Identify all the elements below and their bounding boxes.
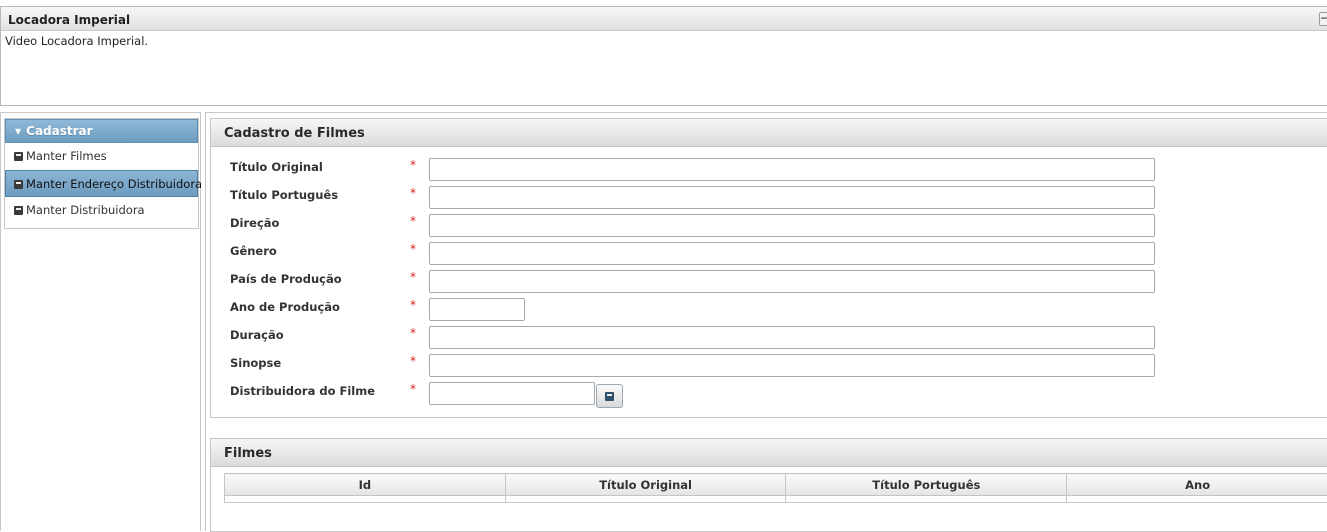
menu-panel: ▼ Cadastrar Manter Filmes Manter Endereço… <box>4 118 199 229</box>
direcao-input[interactable] <box>429 214 1155 237</box>
duracao-input[interactable] <box>429 326 1155 349</box>
genero-input[interactable] <box>429 242 1155 265</box>
required-marker: * <box>410 298 416 312</box>
table-cell <box>786 496 1067 503</box>
required-marker: * <box>410 326 416 340</box>
required-marker: * <box>410 158 416 172</box>
table-cell <box>1067 496 1327 503</box>
triangle-down-icon: ▼ <box>15 127 21 136</box>
form-icon <box>14 152 23 161</box>
table-cell <box>505 496 786 503</box>
field-row-genero: Gênero * <box>211 239 1327 267</box>
form-icon <box>14 180 23 189</box>
app-header-panel: Locadora Imperial − Video Locadora Imper… <box>0 6 1327 106</box>
required-marker: * <box>410 354 416 368</box>
panel-title: Filmes <box>211 439 1327 467</box>
menu-item-manter-distribuidora[interactable]: Manter Distribuidora <box>5 197 198 224</box>
menu-item-label: Manter Endereço Distribuidora <box>26 177 202 191</box>
main-content: Cadastro de Filmes Título Original * Tít… <box>205 112 1327 531</box>
field-row-sinopse: Sinopse * <box>211 351 1327 379</box>
column-header-titulo-original[interactable]: Título Original <box>505 474 786 496</box>
menu-item-label: Manter Filmes <box>26 149 107 163</box>
panel-title: Cadastro de Filmes <box>211 119 1327 147</box>
cadastro-filmes-panel: Cadastro de Filmes Título Original * Tít… <box>210 118 1327 418</box>
field-row-titulo-original: Título Original * <box>211 155 1327 183</box>
field-label: Título Original <box>230 160 323 174</box>
left-sidebar: ▼ Cadastrar Manter Filmes Manter Endereço… <box>0 112 201 531</box>
app-description: Video Locadora Imperial. <box>1 31 1327 48</box>
menu-header-label: Cadastrar <box>26 124 92 138</box>
table-cell <box>225 496 506 503</box>
required-marker: * <box>410 270 416 284</box>
field-label: Duração <box>230 328 284 342</box>
column-header-id[interactable]: Id <box>225 474 506 496</box>
form-icon <box>605 392 614 401</box>
table-row <box>225 496 1327 503</box>
titulo-portugues-input[interactable] <box>429 186 1155 209</box>
field-label: Gênero <box>230 244 277 258</box>
distribuidora-filme-input[interactable] <box>429 382 595 405</box>
menu-item-manter-filmes[interactable]: Manter Filmes <box>5 143 198 170</box>
app-title: Locadora Imperial <box>8 13 130 27</box>
field-row-ano-producao: Ano de Produção * <box>211 295 1327 323</box>
form-icon <box>14 206 23 215</box>
column-header-titulo-portugues[interactable]: Título Português <box>786 474 1067 496</box>
required-marker: * <box>410 382 416 396</box>
table-header-row: Id Título Original Título Português Ano <box>225 474 1327 496</box>
collapse-icon[interactable]: − <box>1319 12 1327 26</box>
field-row-titulo-portugues: Título Português * <box>211 183 1327 211</box>
menu-item-manter-endereco-distribuidora[interactable]: Manter Endereço Distribuidora <box>5 170 198 197</box>
field-row-pais-producao: País de Produção * <box>211 267 1327 295</box>
field-label: País de Produção <box>230 272 342 286</box>
column-header-ano[interactable]: Ano <box>1067 474 1327 496</box>
field-label: Direção <box>230 216 279 230</box>
field-row-duracao: Duração * <box>211 323 1327 351</box>
menu-item-label: Manter Distribuidora <box>26 203 145 217</box>
required-marker: * <box>410 214 416 228</box>
filmes-table: Id Título Original Título Português Ano <box>224 473 1327 503</box>
sinopse-input[interactable] <box>429 354 1155 377</box>
titulo-original-input[interactable] <box>429 158 1155 181</box>
field-label: Ano de Produção <box>230 300 340 314</box>
distribuidora-lookup-button[interactable] <box>596 384 623 408</box>
field-label: Sinopse <box>230 356 281 370</box>
field-label: Título Português <box>230 188 338 202</box>
field-label: Distribuidora do Filme <box>230 384 375 398</box>
menu-header-cadastrar[interactable]: ▼ Cadastrar <box>5 119 198 143</box>
field-row-distribuidora-filme: Distribuidora do Filme * <box>211 379 1327 407</box>
field-row-direcao: Direção * <box>211 211 1327 239</box>
ano-producao-input[interactable] <box>429 298 525 321</box>
required-marker: * <box>410 242 416 256</box>
required-marker: * <box>410 186 416 200</box>
app-header-bar: Locadora Imperial − <box>1 7 1327 31</box>
filmes-panel: Filmes Id Título Original Título Portugu… <box>210 438 1327 532</box>
pais-producao-input[interactable] <box>429 270 1155 293</box>
